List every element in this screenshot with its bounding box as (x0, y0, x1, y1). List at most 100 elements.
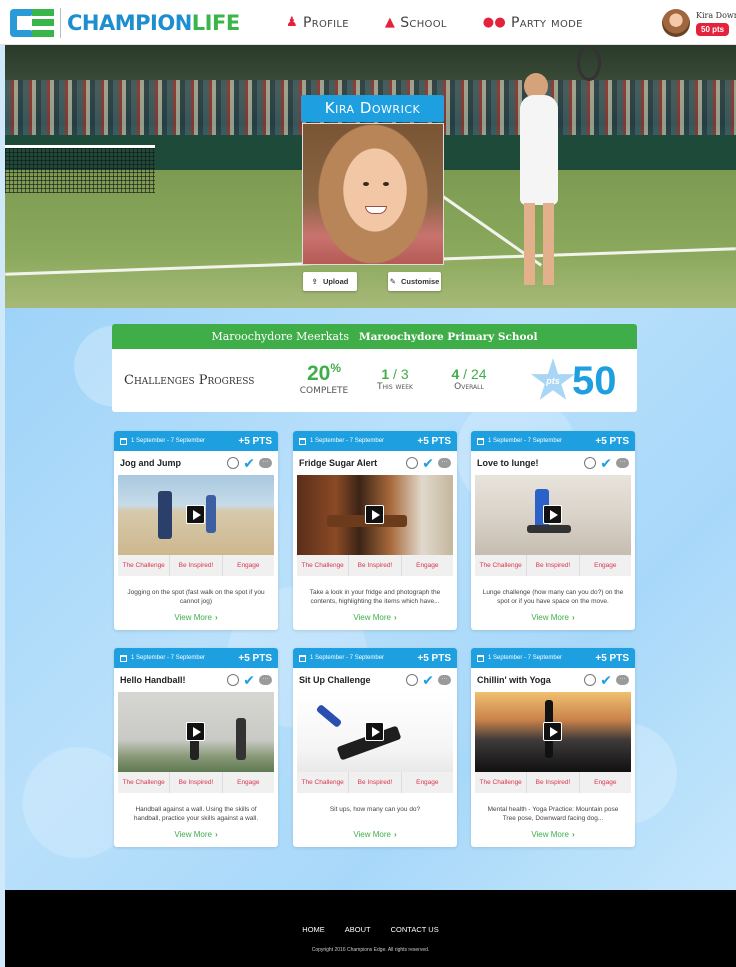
copyright: Copyright 2016 Champions Edge. All right… (311, 947, 430, 953)
comment-icon[interactable]: ··· (616, 675, 629, 685)
tab-the-challenge[interactable]: The Challenge (475, 555, 528, 576)
tab-engage[interactable]: Engage (223, 772, 274, 793)
tab-be-inspired[interactable]: Be Inspired! (170, 772, 223, 793)
play-icon[interactable] (365, 505, 384, 524)
championlife-logo[interactable]: CHAMPIONLIFE (10, 8, 240, 38)
checkmark-icon[interactable]: ✔ (243, 673, 255, 687)
circle-icon[interactable] (584, 674, 597, 686)
card-video-thumbnail[interactable] (475, 475, 631, 555)
play-icon[interactable] (186, 722, 205, 741)
play-icon[interactable] (186, 505, 205, 524)
circle-icon[interactable] (227, 674, 240, 686)
view-more-link[interactable]: View More › (114, 613, 278, 622)
card-video-thumbnail[interactable] (297, 475, 453, 555)
card-video-thumbnail[interactable] (118, 692, 274, 772)
card-title-row: Fridge Sugar Alert ✔ ··· (293, 451, 457, 475)
tab-be-inspired[interactable]: Be Inspired! (527, 555, 580, 576)
challenge-card[interactable]: 1 September - 7 September +5 PTS Hello H… (114, 648, 278, 847)
tab-be-inspired[interactable]: Be Inspired! (527, 772, 580, 793)
calendar-icon (477, 437, 484, 445)
challenge-card[interactable]: 1 September - 7 September +5 PTS Fridge … (293, 431, 457, 630)
card-date: 1 September - 7 September (299, 654, 417, 662)
tab-the-challenge[interactable]: The Challenge (475, 772, 528, 793)
logo-divider (60, 8, 61, 38)
tab-the-challenge[interactable]: The Challenge (118, 555, 171, 576)
circle-icon[interactable] (584, 457, 597, 469)
tab-the-challenge[interactable]: The Challenge (297, 772, 350, 793)
card-tabs: The Challenge Be Inspired! Engage (475, 555, 631, 576)
checkmark-icon[interactable]: ✔ (243, 456, 255, 470)
avatar[interactable] (662, 9, 690, 37)
checkmark-icon[interactable]: ✔ (422, 673, 434, 687)
upload-button[interactable]: ⇪ Upload (303, 272, 357, 291)
comment-icon[interactable]: ··· (438, 458, 451, 468)
tab-engage[interactable]: Engage (223, 555, 274, 576)
school-name: Maroochydore Primary School (359, 330, 538, 343)
tab-engage[interactable]: Engage (580, 555, 631, 576)
comment-icon[interactable]: ··· (438, 675, 451, 685)
upload-icon: ⇪ (311, 277, 318, 286)
comment-icon[interactable]: ··· (616, 458, 629, 468)
user-menu[interactable]: Kira Dowrick 50 pts (662, 5, 736, 41)
circle-icon[interactable] (227, 457, 240, 469)
card-title-row: Sit Up Challenge ✔ ··· (293, 668, 457, 692)
footer-link-home[interactable]: HOME (302, 925, 325, 934)
card-title: Hello Handball! (120, 675, 186, 685)
card-video-thumbnail[interactable] (475, 692, 631, 772)
view-more-link[interactable]: View More › (114, 830, 278, 839)
challenge-card[interactable]: 1 September - 7 September +5 PTS Love to… (471, 431, 635, 630)
card-points: +5 PTS (417, 435, 451, 447)
calendar-icon (120, 437, 127, 445)
circle-icon[interactable] (406, 457, 419, 469)
footer-link-contact[interactable]: CONTACT US (391, 925, 439, 934)
view-more-link[interactable]: View More › (293, 613, 457, 622)
tab-the-challenge[interactable]: The Challenge (297, 555, 350, 576)
star-icon: pts (530, 358, 576, 400)
checkmark-icon[interactable]: ✔ (600, 456, 612, 470)
week-done: 1 (381, 366, 390, 382)
week-total: 3 (400, 366, 409, 382)
customise-label: Customise (400, 277, 440, 286)
card-points: +5 PTS (595, 435, 629, 447)
card-tabs: The Challenge Be Inspired! Engage (475, 772, 631, 793)
card-actions: ✔ ··· (227, 673, 272, 687)
circle-icon[interactable] (406, 674, 419, 686)
week-label: This week (377, 382, 413, 392)
footer-link-about[interactable]: ABOUT (345, 925, 371, 934)
view-more-label: View More (531, 613, 569, 622)
tab-engage[interactable]: Engage (402, 772, 453, 793)
upload-label: Upload (322, 277, 349, 286)
nav-party-mode[interactable]: ●● Party mode (483, 15, 583, 31)
challenge-card[interactable]: 1 September - 7 September +5 PTS Jog and… (114, 431, 278, 630)
tab-be-inspired[interactable]: Be Inspired! (349, 772, 402, 793)
card-video-thumbnail[interactable] (297, 692, 453, 772)
play-icon[interactable] (543, 722, 562, 741)
view-more-link[interactable]: View More › (471, 830, 635, 839)
card-video-thumbnail[interactable] (118, 475, 274, 555)
nav-profile[interactable]: ♟ Profile (286, 15, 349, 31)
view-more-link[interactable]: View More › (471, 613, 635, 622)
card-description: Handball against a wall. Using the skill… (133, 806, 259, 822)
tab-be-inspired[interactable]: Be Inspired! (349, 555, 402, 576)
tab-the-challenge[interactable]: The Challenge (118, 772, 171, 793)
play-icon[interactable] (365, 722, 384, 741)
comment-icon[interactable]: ··· (259, 675, 272, 685)
tab-engage[interactable]: Engage (402, 555, 453, 576)
challenge-card[interactable]: 1 September - 7 September +5 PTS Chillin… (471, 648, 635, 847)
nav-school[interactable]: ▲ School (385, 15, 447, 31)
customise-button[interactable]: ✎ Customise (388, 272, 441, 291)
chevron-right-icon: › (214, 830, 218, 839)
mask-icon: ●● (482, 15, 507, 30)
card-title: Jog and Jump (120, 458, 182, 468)
tennis-net (5, 145, 155, 193)
view-more-link[interactable]: View More › (293, 830, 457, 839)
checkmark-icon[interactable]: ✔ (600, 673, 612, 687)
challenge-card[interactable]: 1 September - 7 September +5 PTS Sit Up … (293, 648, 457, 847)
card-points: +5 PTS (238, 652, 272, 664)
card-actions: ✔ ··· (406, 456, 451, 470)
checkmark-icon[interactable]: ✔ (422, 456, 434, 470)
tab-be-inspired[interactable]: Be Inspired! (170, 555, 223, 576)
comment-icon[interactable]: ··· (259, 458, 272, 468)
play-icon[interactable] (543, 505, 562, 524)
tab-engage[interactable]: Engage (580, 772, 631, 793)
